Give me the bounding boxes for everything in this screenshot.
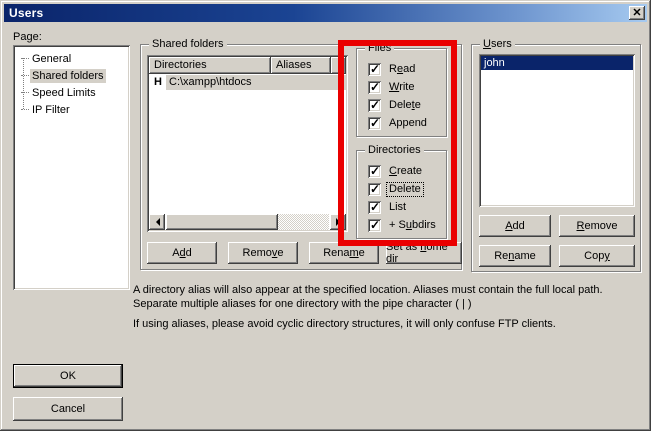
scrollbar-thumb[interactable] — [166, 214, 278, 230]
ok-button-label: OK — [60, 370, 76, 382]
add-directory-button[interactable]: Add — [147, 242, 217, 264]
remove-directory-button[interactable]: Remove — [228, 242, 298, 264]
home-directory-marker: H — [154, 76, 162, 88]
remove-user-button[interactable]: Remove — [559, 215, 635, 237]
shared-folders-group-label: Shared folders — [149, 38, 227, 51]
page-label: Page: — [13, 31, 42, 43]
ok-button[interactable]: OK — [13, 364, 123, 388]
scroll-left-icon — [152, 218, 160, 226]
rename-directory-button-label: Rename — [323, 247, 365, 259]
tree-item-speed-limits[interactable]: Speed Limits — [13, 84, 130, 101]
tree-item-general[interactable]: General — [13, 50, 130, 67]
user-list-item[interactable]: john — [481, 56, 633, 70]
page-tree: General Shared folders Speed Limits IP F… — [13, 45, 130, 290]
cancel-button-label: Cancel — [51, 403, 85, 415]
users-listbox[interactable]: john — [479, 54, 635, 207]
scrollbar-track[interactable] — [278, 214, 329, 230]
users-group-label: Users — [480, 38, 515, 51]
add-user-button-label: Add — [505, 220, 525, 232]
cyclic-warning-text: If using aliases, please avoid cyclic di… — [133, 317, 648, 331]
copy-user-button-label: Copy — [584, 250, 610, 262]
scroll-left-button[interactable] — [149, 214, 165, 230]
users-dialog: Users ✕ Page: General Shared folders Spe… — [0, 0, 651, 431]
listview-header: Directories Aliases — [149, 57, 346, 74]
red-highlight-annotation — [338, 40, 457, 246]
users-group: Users john Add Remove Rename Copy — [471, 44, 641, 272]
add-user-button[interactable]: Add — [479, 215, 551, 237]
column-header-directories[interactable]: Directories — [149, 57, 271, 74]
cancel-button[interactable]: Cancel — [13, 397, 123, 421]
tree-item-label: Shared folders — [30, 69, 106, 83]
directory-path: C:\xampp\htdocs — [166, 75, 346, 90]
tree-item-label: General — [30, 52, 73, 66]
dialog-title: Users — [9, 6, 43, 20]
tree-dash-icon — [21, 92, 29, 93]
tree-dash-icon — [21, 75, 29, 76]
directory-row[interactable]: H C:\xampp\htdocs — [149, 75, 346, 90]
add-directory-button-label: Add — [172, 247, 192, 259]
remove-directory-button-label: Remove — [243, 247, 284, 259]
tree-item-label: IP Filter — [30, 103, 72, 117]
rename-user-button[interactable]: Rename — [479, 245, 551, 267]
close-icon: ✕ — [632, 8, 641, 19]
title-bar: Users ✕ — [4, 4, 647, 22]
horizontal-scrollbar[interactable] — [149, 214, 346, 230]
tree-item-shared-folders[interactable]: Shared folders — [13, 67, 130, 84]
tree-item-label: Speed Limits — [30, 86, 98, 100]
alias-help-text: A directory alias will also appear at th… — [133, 283, 648, 311]
rename-user-button-label: Rename — [494, 250, 536, 262]
column-header-aliases[interactable]: Aliases — [271, 57, 331, 74]
tree-item-ip-filter[interactable]: IP Filter — [13, 101, 130, 118]
tree-dash-icon — [21, 109, 29, 110]
close-button[interactable]: ✕ — [629, 6, 645, 20]
tree-dash-icon — [21, 58, 29, 59]
remove-user-button-label: Remove — [577, 220, 618, 232]
directories-listview[interactable]: Directories Aliases H C:\xampp\htdocs — [147, 55, 348, 232]
copy-user-button[interactable]: Copy — [559, 245, 635, 267]
